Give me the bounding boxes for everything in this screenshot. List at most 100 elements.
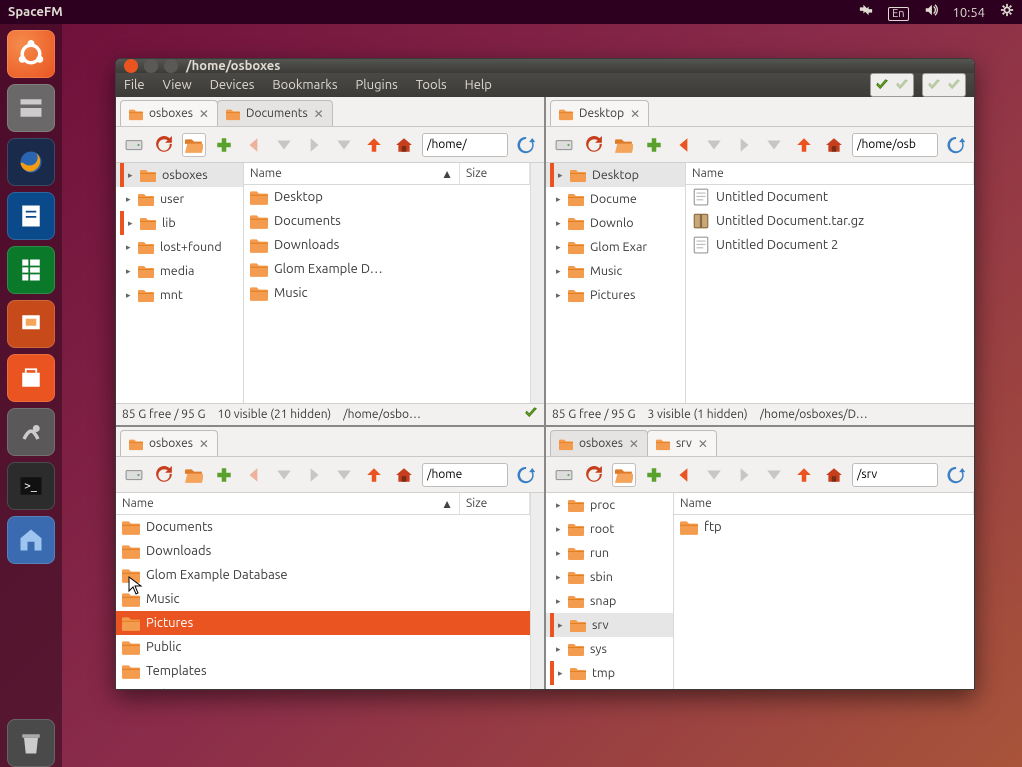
window-close-icon[interactable] (124, 59, 138, 73)
fwd-icon[interactable] (302, 463, 326, 487)
file-row[interactable]: Untitled Document.tar.gz (686, 209, 974, 233)
network-icon[interactable] (859, 3, 873, 17)
titlebar[interactable]: /home/osboxes (116, 59, 974, 73)
up-icon[interactable] (792, 133, 816, 157)
launcher-software-icon[interactable] (7, 354, 55, 402)
home-icon[interactable] (822, 133, 846, 157)
file-row[interactable]: Glom Example Database (116, 563, 530, 587)
fwd-menu-icon[interactable] (332, 463, 356, 487)
up-icon[interactable] (362, 463, 386, 487)
menu-view[interactable]: View (163, 78, 192, 92)
home-icon[interactable] (392, 133, 416, 157)
drive-icon[interactable] (552, 463, 576, 487)
tree-item[interactable]: ▸Pictures (546, 283, 685, 307)
launcher-writer-icon[interactable] (7, 192, 55, 240)
folder-open-icon[interactable] (182, 463, 206, 487)
file-row[interactable]: Templates (116, 659, 530, 683)
tree-item[interactable]: ▸tmp (546, 661, 673, 685)
tree-item[interactable]: ▸lib (116, 211, 243, 235)
fwd-menu-icon[interactable] (762, 463, 786, 487)
file-row[interactable]: Documents (116, 515, 530, 539)
tab-documents[interactable]: Documents✕ (217, 100, 333, 126)
back-icon[interactable] (242, 463, 266, 487)
back-icon[interactable] (672, 133, 696, 157)
launcher-spacefm-icon[interactable] (7, 516, 55, 564)
tab-close-icon[interactable]: ✕ (314, 107, 324, 121)
tree-item[interactable]: ▸srv (546, 613, 673, 637)
tab-close-icon[interactable]: ✕ (630, 107, 640, 121)
tree-view[interactable]: ▸osboxes▸user▸lib▸lost+found▸media▸mnt (116, 163, 244, 403)
tab-osboxes[interactable]: osboxes✕ (120, 100, 218, 126)
back-icon[interactable] (672, 463, 696, 487)
back-icon[interactable] (242, 133, 266, 157)
language-indicator[interactable]: En (888, 7, 908, 21)
tree-item[interactable]: ▸lost+found (116, 235, 243, 259)
menu-devices[interactable]: Devices (210, 78, 255, 92)
tab-osboxes[interactable]: osboxes✕ (550, 430, 648, 456)
tab-close-icon[interactable]: ✕ (199, 107, 209, 121)
window-maximize-icon[interactable] (164, 59, 178, 73)
drive-icon[interactable] (552, 133, 576, 157)
tree-item[interactable]: ▸Desktop (546, 163, 685, 187)
task-cluster-1[interactable] (870, 73, 914, 97)
fwd-icon[interactable] (732, 463, 756, 487)
launcher-trash-icon[interactable] (7, 719, 55, 767)
menu-file[interactable]: File (124, 78, 145, 92)
file-row[interactable]: Untitled Document (686, 185, 974, 209)
file-row[interactable]: Documents (244, 209, 530, 233)
col-name[interactable]: Name (122, 497, 154, 510)
up-icon[interactable] (792, 463, 816, 487)
launcher-firefox-icon[interactable] (7, 138, 55, 186)
new-tab-icon[interactable] (212, 133, 236, 157)
new-tab-icon[interactable] (212, 463, 236, 487)
new-tab-icon[interactable] (642, 463, 666, 487)
tab-close-icon[interactable]: ✕ (629, 437, 639, 451)
col-size[interactable]: Size (460, 163, 530, 184)
tree-item[interactable]: ▸media (116, 259, 243, 283)
clock[interactable]: 10:54 (952, 6, 985, 20)
tree-item[interactable]: ▸sbin (546, 565, 673, 589)
col-size[interactable]: Size (460, 493, 530, 514)
file-row[interactable]: Music (244, 281, 530, 305)
menu-bookmarks[interactable]: Bookmarks (272, 78, 337, 92)
fwd-menu-icon[interactable] (762, 133, 786, 157)
col-name[interactable]: Name (674, 493, 974, 514)
launcher-calc-icon[interactable] (7, 246, 55, 294)
tree-item[interactable]: ▸usr (546, 685, 673, 690)
launcher-settings-icon[interactable] (7, 408, 55, 456)
tab-desktop[interactable]: Desktop✕ (550, 100, 649, 126)
menu-tools[interactable]: Tools (416, 78, 447, 92)
refresh-icon[interactable] (514, 133, 538, 157)
launcher-impress-icon[interactable] (7, 300, 55, 348)
reload-icon[interactable] (582, 133, 606, 157)
fwd-icon[interactable] (302, 133, 326, 157)
tree-item[interactable]: ▸root (546, 517, 673, 541)
fwd-menu-icon[interactable] (332, 133, 356, 157)
menu-plugins[interactable]: Plugins (355, 78, 397, 92)
file-row[interactable]: Public (116, 635, 530, 659)
launcher-terminal-icon[interactable]: >_ (7, 462, 55, 510)
folder-open-icon[interactable] (612, 133, 636, 157)
new-tab-icon[interactable] (642, 133, 666, 157)
settings-gear-icon[interactable] (1000, 3, 1014, 17)
home-icon[interactable] (392, 463, 416, 487)
tree-item[interactable]: ▸run (546, 541, 673, 565)
file-row[interactable]: Untitled Document 2 (686, 233, 974, 257)
tree-item[interactable]: ▸user (116, 187, 243, 211)
file-row[interactable]: Videos (116, 683, 530, 690)
back-menu-icon[interactable] (702, 463, 726, 487)
path-input[interactable] (852, 133, 938, 157)
tree-item[interactable]: ▸Music (546, 259, 685, 283)
col-name[interactable]: Name (250, 167, 282, 180)
tab-close-icon[interactable]: ✕ (698, 437, 708, 451)
file-list[interactable]: Name ftp (674, 493, 974, 690)
refresh-icon[interactable] (514, 463, 538, 487)
tab-close-icon[interactable]: ✕ (199, 437, 209, 451)
file-row[interactable]: Glom Example D… (244, 257, 530, 281)
back-menu-icon[interactable] (272, 133, 296, 157)
tree-item[interactable]: ▸mnt (116, 283, 243, 307)
tree-item[interactable]: ▸sys (546, 637, 673, 661)
folder-open-icon[interactable] (182, 133, 206, 157)
tree-item[interactable]: ▸proc (546, 493, 673, 517)
folder-open-icon[interactable] (612, 463, 636, 487)
